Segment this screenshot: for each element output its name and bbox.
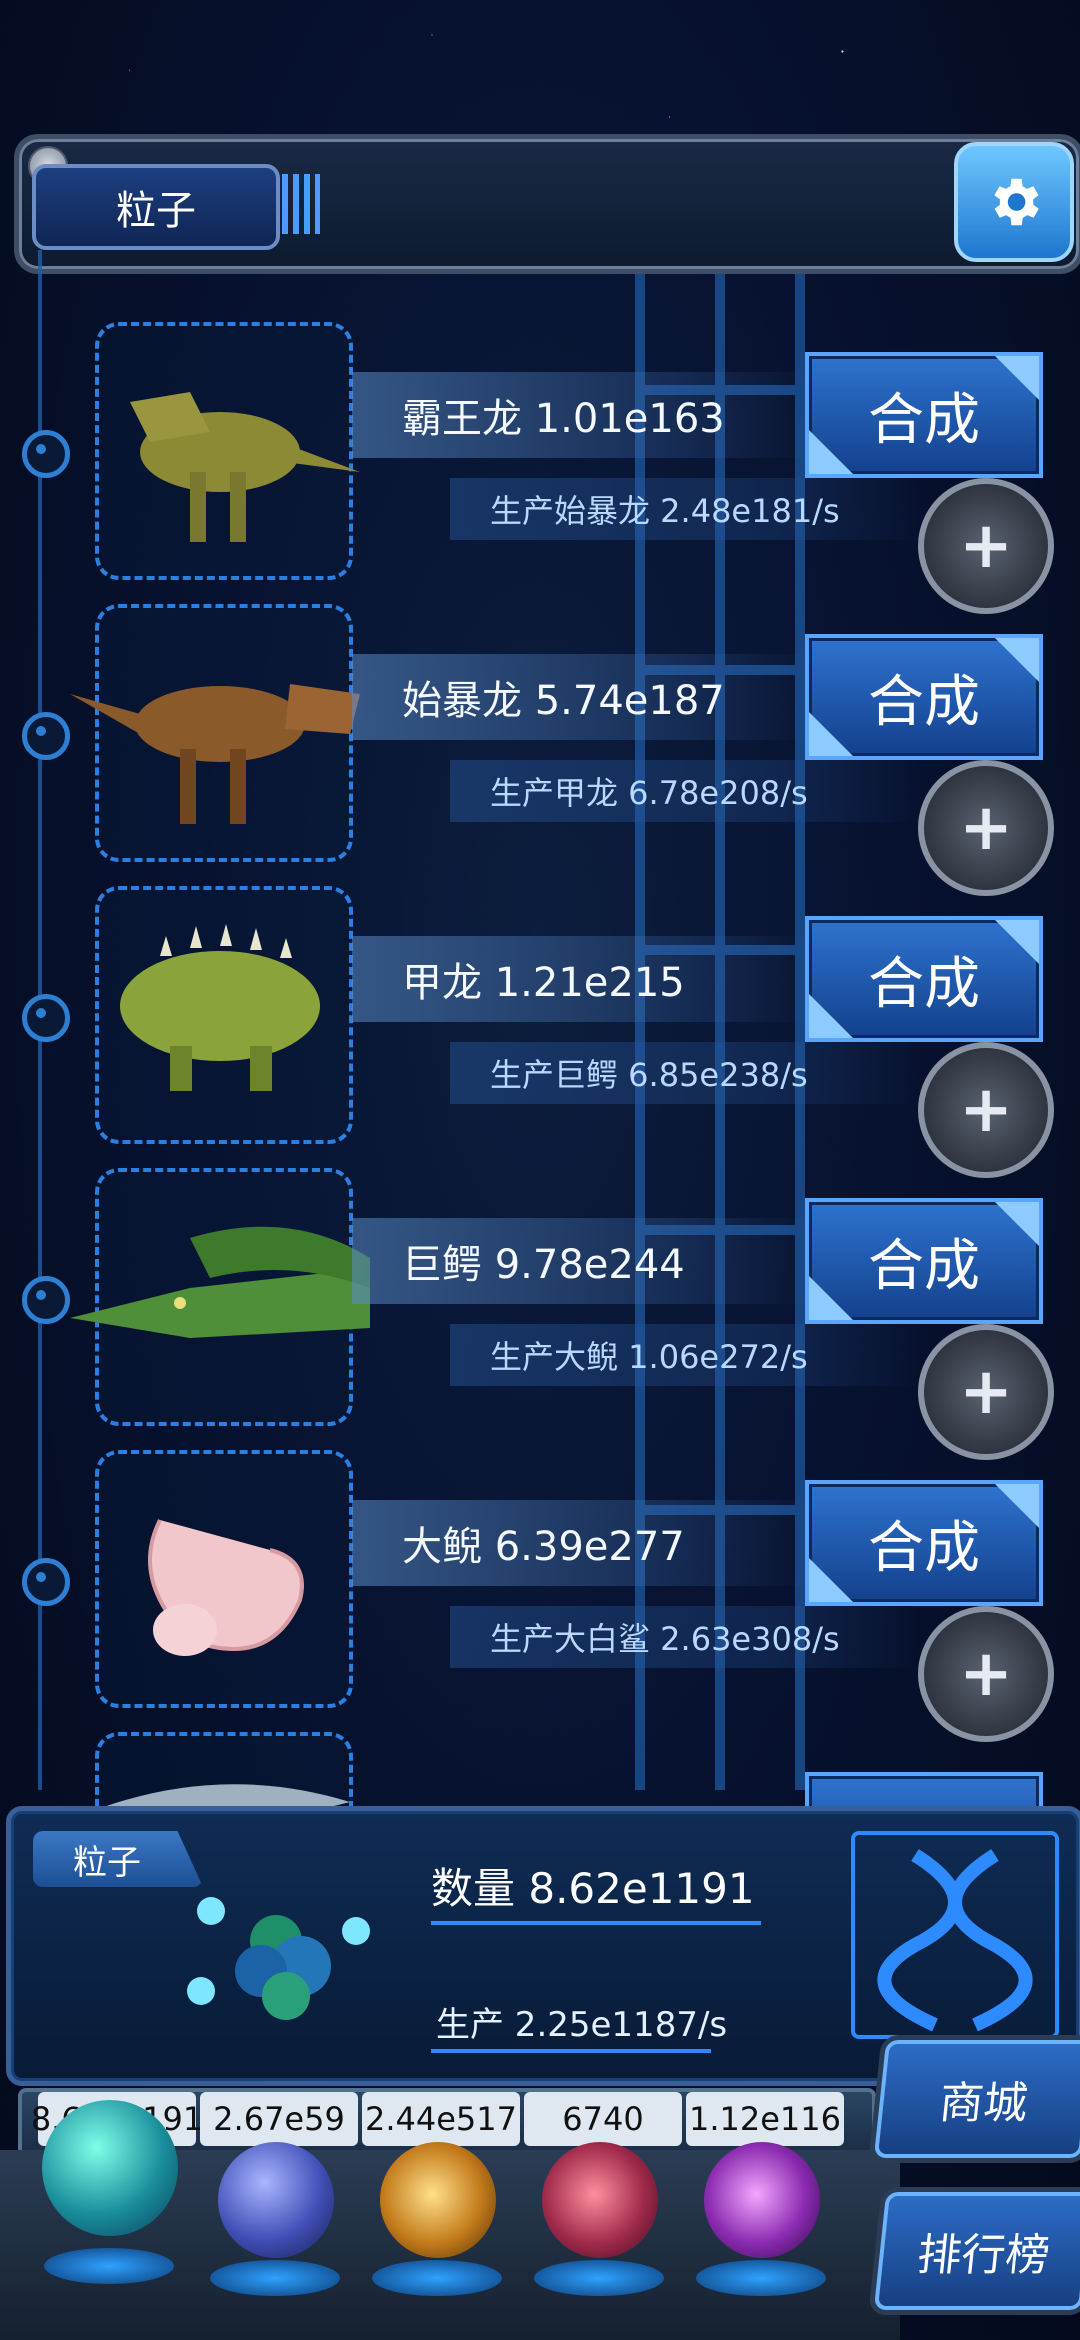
orb-pad xyxy=(372,2260,502,2296)
particle-orb-icon[interactable] xyxy=(42,2100,178,2236)
ankylosaurus-icon xyxy=(120,924,320,1091)
creature-label: 巨鳄 9.78e244 xyxy=(402,1242,685,1288)
add-button[interactable]: + xyxy=(918,478,1054,614)
particle-panel-tab-label: 粒子 xyxy=(73,1842,141,1883)
synthesize-label: 合成 xyxy=(868,669,980,735)
creature-production: 生产巨鳄 6.85e238/s xyxy=(450,1042,920,1104)
creature-label: 霸王龙 1.01e163 xyxy=(402,396,725,442)
divider-line xyxy=(431,1921,761,1925)
synthesize-label: 合成 xyxy=(868,1233,980,1299)
production-label: 生产甲龙 6.78e208/s xyxy=(490,774,808,812)
button-corner-decoration xyxy=(809,1558,853,1602)
plus-icon: + xyxy=(959,1073,1013,1147)
button-corner-decoration xyxy=(995,1202,1039,1246)
synthesize-button[interactable]: 合成 xyxy=(805,1198,1043,1324)
plus-icon: + xyxy=(959,1637,1013,1711)
particle-cluster-icon xyxy=(187,1897,370,2020)
orb-pad xyxy=(44,2248,174,2284)
currency-galaxy: 2.44e517 xyxy=(362,2092,520,2146)
add-button[interactable]: + xyxy=(918,1042,1054,1178)
button-corner-decoration xyxy=(809,712,853,756)
plus-icon: + xyxy=(959,1355,1013,1429)
add-button[interactable]: + xyxy=(918,760,1054,896)
dna-icon xyxy=(877,1849,1033,2032)
add-button[interactable]: + xyxy=(918,1324,1054,1460)
lightning-orb-icon[interactable] xyxy=(218,2142,334,2258)
creature-row-crocodile: 巨鳄 9.78e244 生产大鲵 1.06e272/s 合成 + xyxy=(0,1168,1080,1460)
button-corner-decoration xyxy=(809,1276,853,1320)
creature-name-count: 大鲵 6.39e277 xyxy=(352,1500,812,1586)
synthesize-button[interactable]: 合成 xyxy=(805,352,1043,478)
creature-row-shark xyxy=(0,1732,1080,1806)
brain-orb-icon[interactable] xyxy=(542,2142,658,2258)
synthesize-label: 合成 xyxy=(868,1515,980,1581)
eotyrannus-icon xyxy=(70,684,360,824)
button-corner-decoration xyxy=(995,920,1039,964)
orb-pad xyxy=(696,2260,826,2296)
plus-icon: + xyxy=(959,791,1013,865)
production-label: 生产始暴龙 2.48e181/s xyxy=(490,492,840,530)
synthesize-button[interactable]: 合成 xyxy=(805,634,1043,760)
creature-name-count: 巨鳄 9.78e244 xyxy=(352,1218,812,1304)
synthesize-button[interactable]: 合成 xyxy=(805,1480,1043,1606)
currency-energy: 2.67e59 xyxy=(200,2092,358,2146)
shop-button[interactable]: 商城 xyxy=(873,2040,1080,2158)
creature-production: 生产甲龙 6.78e208/s xyxy=(450,760,920,822)
shark-icon xyxy=(106,1784,350,1806)
shop-button-label: 商城 xyxy=(936,2078,1031,2129)
galaxy-orb-icon[interactable] xyxy=(380,2142,496,2258)
salamander-icon xyxy=(148,1519,304,1656)
synthesize-button[interactable]: 合成 xyxy=(805,916,1043,1042)
button-corner-decoration xyxy=(995,638,1039,682)
creature-label: 始暴龙 5.74e187 xyxy=(402,678,725,724)
creature-production: 生产大白鲨 2.63e308/s xyxy=(450,1606,920,1668)
creature-row-trex: 霸王龙 1.01e163 生产始暴龙 2.48e181/s 合成 + xyxy=(0,322,1080,614)
creature-production: 生产大鲵 1.06e272/s xyxy=(450,1324,920,1386)
plus-icon: + xyxy=(959,509,1013,583)
creature-row-eotyrannus: 始暴龙 5.74e187 生产甲龙 6.78e208/s 合成 + xyxy=(0,604,1080,896)
creature-name-count: 霸王龙 1.01e163 xyxy=(352,372,812,458)
creature-production: 生产始暴龙 2.48e181/s xyxy=(450,478,920,540)
particle-panel-tab: 粒子 xyxy=(33,1831,203,1887)
creature-name-count: 甲龙 1.21e215 xyxy=(352,936,812,1022)
production-label: 生产大白鲨 2.63e308/s xyxy=(490,1620,840,1658)
orb-pad xyxy=(210,2260,340,2296)
crocodile-icon xyxy=(70,1226,370,1338)
synthesize-button[interactable] xyxy=(805,1772,1043,1806)
creature-row-ankylosaurus: 甲龙 1.21e215 生产巨鳄 6.85e238/s 合成 + xyxy=(0,886,1080,1178)
add-button[interactable]: + xyxy=(918,1606,1054,1742)
button-corner-decoration xyxy=(995,1484,1039,1528)
creature-name-count: 始暴龙 5.74e187 xyxy=(352,654,812,740)
production-label: 生产大鲵 1.06e272/s xyxy=(490,1338,808,1376)
creature-label: 大鲵 6.39e277 xyxy=(402,1524,685,1570)
button-corner-decoration xyxy=(809,994,853,1038)
synthesize-label: 合成 xyxy=(868,387,980,453)
currency-vortex: 1.12e116 xyxy=(686,2092,844,2146)
currency-brain: 6740 xyxy=(524,2092,682,2146)
production-label: 生产巨鳄 6.85e238/s xyxy=(490,1056,808,1094)
ranking-button[interactable]: 排行榜 xyxy=(873,2192,1080,2310)
trex-icon xyxy=(130,392,360,542)
ranking-button-label: 排行榜 xyxy=(914,2230,1053,2281)
particle-count: 数量 8.62e1191 xyxy=(431,1864,755,1913)
vortex-orb-icon[interactable] xyxy=(704,2142,820,2258)
dna-frame xyxy=(851,1831,1059,2039)
creature-row-salamander: 大鲵 6.39e277 生产大白鲨 2.63e308/s 合成 + xyxy=(0,1450,1080,1742)
synthesize-label: 合成 xyxy=(868,951,980,1017)
button-corner-decoration xyxy=(809,430,853,474)
particle-production: 生产 2.25e1187/s xyxy=(436,2005,728,2045)
button-corner-decoration xyxy=(995,356,1039,400)
creature-label: 甲龙 1.21e215 xyxy=(402,960,685,1006)
divider-line xyxy=(431,2049,711,2053)
orb-pad xyxy=(534,2260,664,2296)
